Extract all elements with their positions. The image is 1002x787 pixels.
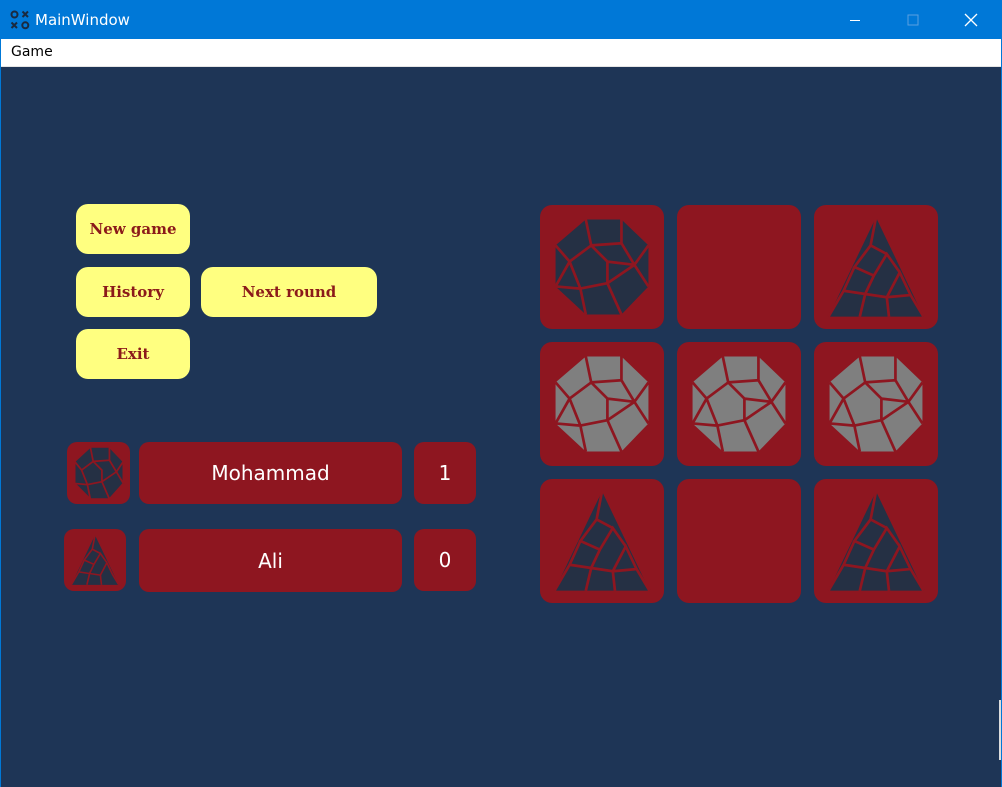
maximize-button[interactable] [884, 0, 942, 39]
player1-score: 1 [414, 442, 476, 504]
history-button[interactable]: History [76, 267, 190, 317]
minimize-button[interactable] [826, 0, 884, 39]
player2-name: Ali [139, 529, 402, 592]
dodecahedron-icon [73, 446, 124, 500]
board-cell-2-3[interactable] [814, 342, 938, 466]
dodecahedron-icon [691, 356, 787, 453]
maximize-icon [907, 14, 919, 25]
title-bar: MainWindow [0, 0, 1002, 39]
board-cell-1-2[interactable] [677, 205, 801, 329]
minimize-icon [850, 19, 860, 21]
window-border-left [0, 39, 1, 787]
triangle-icon [553, 491, 651, 592]
new-game-button[interactable]: New game [76, 204, 190, 254]
exit-button[interactable]: Exit [76, 329, 190, 379]
tic-tac-toe-icon [10, 10, 30, 30]
player1-symbol [67, 442, 130, 504]
close-icon [964, 13, 978, 26]
close-button[interactable] [942, 0, 1000, 39]
triangle-icon [70, 535, 120, 586]
dodecahedron-icon [554, 219, 650, 316]
dodecahedron-icon [828, 356, 924, 453]
triangle-icon [827, 491, 925, 592]
board-cell-3-1[interactable] [540, 479, 664, 603]
board-cell-3-2[interactable] [677, 479, 801, 603]
player1-name: Mohammad [139, 442, 402, 504]
dodecahedron-icon [554, 356, 650, 453]
triangle-icon [827, 217, 925, 318]
board-cell-2-2[interactable] [677, 342, 801, 466]
next-round-button[interactable]: Next round [201, 267, 377, 317]
resize-grip [999, 700, 1001, 760]
player2-score: 0 [414, 529, 476, 591]
menu-bar: Game [1, 39, 1001, 67]
board-cell-1-3[interactable] [814, 205, 938, 329]
board-cell-2-1[interactable] [540, 342, 664, 466]
player2-symbol [64, 529, 126, 591]
menu-game[interactable]: Game [11, 43, 53, 61]
window-title: MainWindow [35, 11, 130, 29]
board-cell-3-3[interactable] [814, 479, 938, 603]
board-cell-1-1[interactable] [540, 205, 664, 329]
